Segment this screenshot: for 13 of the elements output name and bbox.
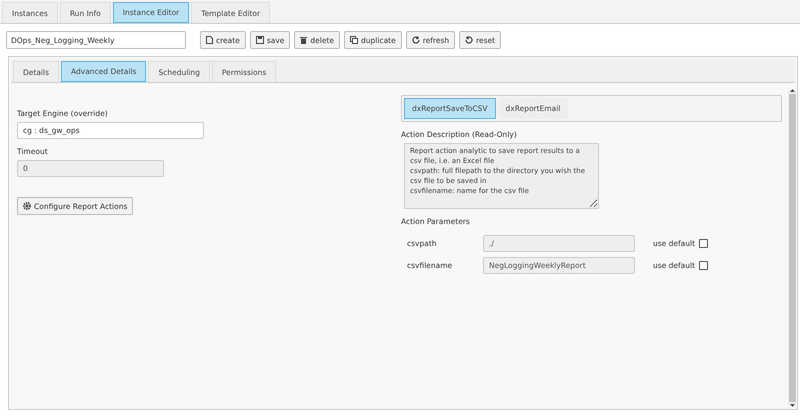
copy-icon	[350, 36, 358, 44]
undo-icon	[465, 36, 474, 44]
save-icon	[256, 36, 264, 44]
file-icon	[206, 36, 213, 44]
scrollbar[interactable]	[788, 89, 796, 407]
gear-icon	[23, 202, 31, 210]
scroll-thumb[interactable]	[788, 94, 796, 402]
trash-icon	[300, 36, 308, 44]
refresh-icon	[412, 36, 420, 44]
checkbox[interactable]	[699, 238, 708, 248]
scroll-down-icon	[790, 404, 794, 407]
scroll-up-icon	[790, 89, 794, 92]
checkbox[interactable]	[699, 260, 708, 270]
